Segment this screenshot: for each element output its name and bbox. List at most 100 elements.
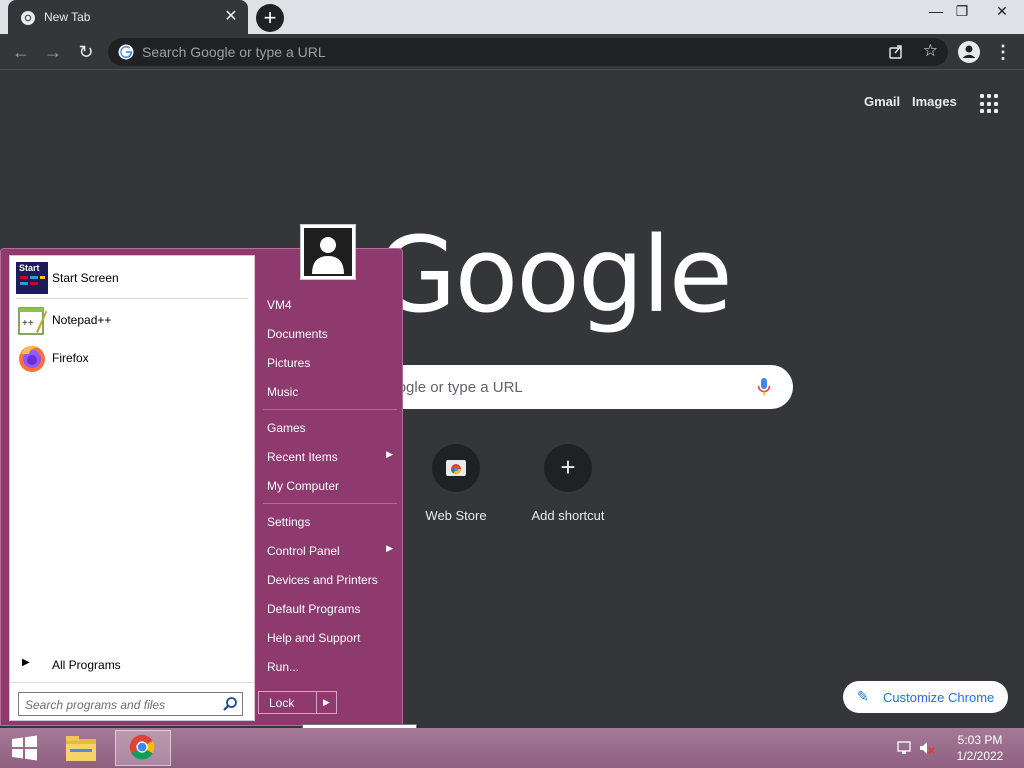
- images-link[interactable]: Images: [912, 94, 957, 109]
- bookmark-star-icon[interactable]: ☆: [923, 40, 938, 62]
- address-bar-placeholder: Search Google or type a URL: [142, 44, 326, 60]
- forward-button[interactable]: →: [40, 39, 66, 65]
- firefox-icon: [19, 346, 45, 372]
- start-menu-item-settings[interactable]: Settings: [263, 509, 399, 535]
- reload-button[interactable]: ↻: [73, 39, 99, 65]
- pencil-icon: ✎: [857, 688, 869, 704]
- start-menu-item-label: Default Programs: [267, 602, 361, 616]
- start-menu-item-label: Control Panel: [267, 544, 340, 558]
- start-menu-item-help-and-support[interactable]: Help and Support: [263, 625, 399, 651]
- divider: [10, 682, 254, 683]
- start-menu-item-control-panel[interactable]: Control Panel ▶: [263, 538, 399, 564]
- start-menu-item-firefox[interactable]: Firefox: [14, 340, 250, 376]
- all-programs-button[interactable]: ▶ All Programs: [20, 656, 250, 676]
- start-menu-item-start-screen[interactable]: Start Start Screen: [14, 260, 250, 296]
- system-tray: [896, 740, 940, 756]
- start-menu-item-music[interactable]: Music: [263, 379, 399, 405]
- user-silhouette-icon: [312, 237, 344, 274]
- start-menu-item-label: Notepad++: [52, 313, 112, 327]
- start-menu-item-recent-items[interactable]: Recent Items ▶: [263, 444, 399, 470]
- restore-button[interactable]: ❐: [946, 0, 978, 22]
- taskbar: 5:03 PM 1/2/2022: [0, 728, 1024, 768]
- file-explorer-icon[interactable]: [58, 730, 104, 766]
- new-tab-button[interactable]: +: [256, 4, 284, 32]
- clock-date: 1/2/2022: [956, 749, 1004, 763]
- divider: [16, 298, 248, 299]
- start-menu-item-notepad-plus-plus[interactable]: ++ Notepad++: [14, 302, 250, 338]
- taskbar-clock[interactable]: 5:03 PM 1/2/2022: [950, 732, 1010, 764]
- google-apps-icon[interactable]: [980, 94, 1000, 114]
- shortcut-web-store[interactable]: Web Store: [401, 444, 511, 523]
- start-search-input[interactable]: Search programs and files: [18, 692, 243, 716]
- start-menu-item-label: Settings: [267, 515, 311, 529]
- clock-time: 5:03 PM: [957, 733, 1003, 747]
- chrome-favicon-icon: [21, 11, 35, 25]
- start-menu-item-default-programs[interactable]: Default Programs: [263, 596, 399, 622]
- notepad-plus-plus-icon: ++: [18, 307, 47, 335]
- start-screen-icon: Start: [16, 262, 48, 294]
- svg-text:++: ++: [22, 318, 34, 329]
- start-menu-item-documents[interactable]: Documents: [263, 321, 399, 347]
- tab-title: New Tab: [44, 10, 91, 24]
- start-menu-item-label: Pictures: [267, 356, 311, 370]
- start-menu-item-label: Start Screen: [52, 271, 119, 285]
- google-logo: Google: [376, 214, 733, 336]
- start-menu-item-vm4[interactable]: VM4: [263, 292, 399, 318]
- tab-close-icon[interactable]: ✕: [222, 8, 240, 26]
- start-menu-item-label: Recent Items: [267, 450, 338, 464]
- profile-avatar-icon[interactable]: [958, 41, 980, 63]
- plus-icon: +: [544, 444, 592, 492]
- webstore-icon: [432, 444, 480, 492]
- lock-options-arrow-icon[interactable]: ▶: [316, 691, 337, 714]
- submenu-arrow-icon: ▶: [386, 449, 393, 459]
- user-account-picture[interactable]: [300, 224, 356, 280]
- customize-chrome-button[interactable]: ✎ Customize Chrome: [843, 681, 1008, 713]
- tab-new-tab[interactable]: New Tab ✕: [8, 0, 248, 34]
- start-menu-item-label: Help and Support: [267, 631, 361, 645]
- start-menu-item-pictures[interactable]: Pictures: [263, 350, 399, 376]
- address-bar[interactable]: Search Google or type a URL ☆: [108, 38, 948, 66]
- gmail-link[interactable]: Gmail: [864, 94, 900, 109]
- microphone-icon[interactable]: [757, 377, 771, 397]
- start-menu-item-label: VM4: [267, 298, 292, 312]
- shortcut-label: Add shortcut: [531, 508, 605, 523]
- share-icon[interactable]: [886, 42, 906, 62]
- google-g-icon: [118, 44, 134, 60]
- start-menu-item-devices-and-printers[interactable]: Devices and Printers: [263, 567, 399, 593]
- person-icon: [962, 45, 976, 58]
- start-menu-item-label: My Computer: [267, 479, 340, 493]
- back-button[interactable]: ←: [8, 39, 34, 65]
- start-menu-item-label: Devices and Printers: [267, 573, 378, 587]
- start-menu-item-label: Documents: [267, 327, 328, 341]
- triangle-right-icon: ▶: [22, 657, 30, 668]
- start-menu: Start Start Screen ++ Notepad++ Firefox …: [0, 248, 403, 726]
- browser-toolbar: ← → ↻ Search Google or type a URL ☆ ⋮: [0, 34, 1024, 70]
- all-programs-label: All Programs: [52, 658, 121, 672]
- chrome-menu-button[interactable]: ⋮: [994, 40, 1012, 64]
- start-menu-item-label: Games: [267, 421, 306, 435]
- start-menu-item-label: Run...: [267, 660, 300, 674]
- windows-start-icon[interactable]: [4, 731, 44, 765]
- submenu-arrow-icon: ▶: [386, 543, 393, 553]
- tab-strip: New Tab ✕ + — ❐ ✕: [0, 0, 1024, 34]
- start-menu-item-games[interactable]: Games: [263, 415, 399, 441]
- lock-button[interactable]: Lock: [258, 691, 317, 714]
- start-menu-item-label: Firefox: [52, 351, 89, 365]
- shortcut-label: Web Store: [425, 508, 487, 523]
- start-search-placeholder: Search programs and files: [25, 698, 166, 712]
- search-icon[interactable]: [222, 696, 238, 712]
- divider: [263, 409, 397, 410]
- chrome-icon: [129, 734, 155, 760]
- network-icon[interactable]: [897, 741, 911, 754]
- taskbar-chrome-button[interactable]: [115, 730, 171, 766]
- start-menu-programs-pane: Start Start Screen ++ Notepad++ Firefox …: [9, 255, 255, 721]
- shortcut-add[interactable]: + Add shortcut: [513, 444, 623, 523]
- customize-chrome-label: Customize Chrome: [883, 690, 995, 705]
- divider: [263, 503, 397, 504]
- lock-label: Lock: [269, 696, 295, 710]
- volume-muted-icon[interactable]: [920, 742, 935, 754]
- close-window-button[interactable]: ✕: [980, 0, 1024, 22]
- start-menu-item-my-computer[interactable]: My Computer: [263, 473, 399, 499]
- start-menu-item-run[interactable]: Run...: [263, 654, 399, 680]
- start-menu-item-label: Music: [267, 385, 299, 399]
